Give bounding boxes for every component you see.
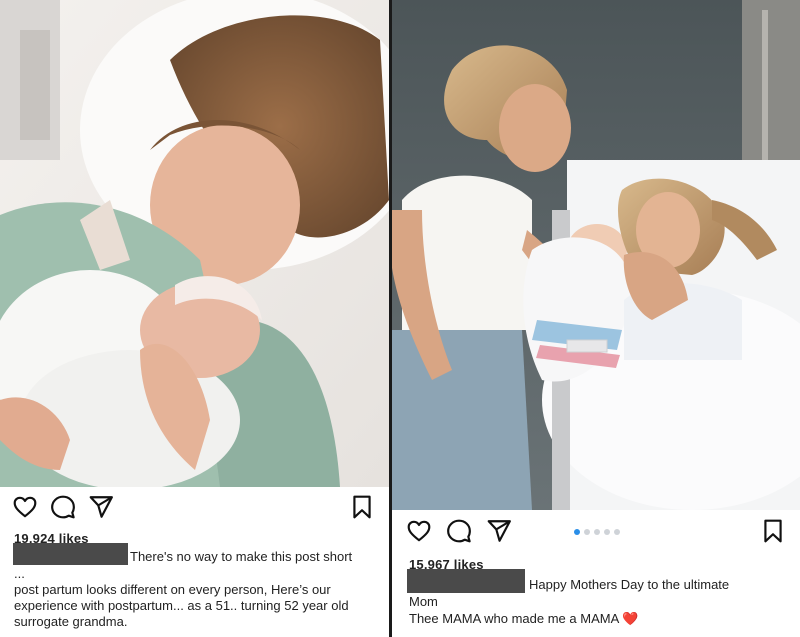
heart-emoji: ❤️ — [622, 611, 639, 626]
redacted-username — [407, 569, 525, 593]
left-post-photo[interactable] — [0, 0, 389, 487]
hospital-room-photo — [392, 0, 800, 510]
carousel-indicator — [574, 529, 634, 537]
carousel-dot[interactable] — [574, 529, 580, 535]
carousel-dot[interactable] — [614, 529, 620, 535]
caption-body-line: Thee MAMA who made me a MAMA ❤️ — [409, 611, 789, 627]
comment-icon[interactable] — [446, 518, 472, 544]
share-icon[interactable] — [486, 518, 512, 544]
caption-body: post partum looks different on every per… — [14, 582, 349, 629]
caption-first-line: There's no way to make this post short — [130, 549, 353, 564]
carousel-dot[interactable] — [604, 529, 610, 535]
carousel-dot[interactable] — [594, 529, 600, 535]
mother-and-newborn-photo — [0, 0, 389, 487]
caption-ellipsis: ... — [14, 566, 25, 581]
left-post: 19,924 likes There's no way to make this… — [0, 0, 389, 637]
right-post-actions — [392, 518, 800, 548]
right-post-photo[interactable] — [392, 0, 800, 510]
bookmark-icon[interactable] — [760, 518, 786, 544]
bookmark-icon[interactable] — [349, 494, 375, 520]
comment-icon[interactable] — [50, 494, 76, 520]
heart-outline-icon[interactable] — [12, 494, 38, 520]
left-post-actions — [0, 494, 389, 524]
heart-outline-icon[interactable] — [406, 518, 432, 544]
redacted-username — [13, 543, 128, 565]
share-icon[interactable] — [88, 494, 114, 520]
caption-body: Thee MAMA who made me a MAMA — [409, 611, 619, 626]
right-post: 15,967 likes Happy Mothers Day to the ul… — [392, 0, 800, 637]
caption-wrap-line: Mom — [409, 594, 438, 609]
caption-first-line: Happy Mothers Day to the ultimate — [529, 577, 730, 592]
carousel-dot[interactable] — [584, 529, 590, 535]
